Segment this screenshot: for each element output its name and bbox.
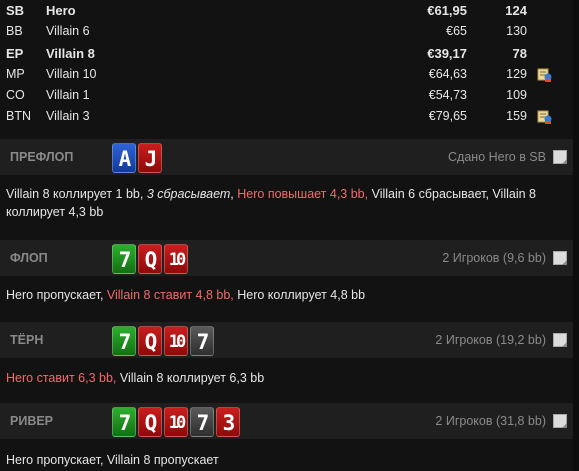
player-position: EP [6,45,24,61]
player-name: Hero [46,3,76,18]
street-checkbox[interactable] [553,414,567,428]
street-info: 2 Игроков (19,2 bb) [435,333,546,347]
player-stack: €54,73 [428,88,467,103]
player-position: SB [6,3,25,18]
hero-action-text: Hero ставит 6,3 bb, [6,371,117,385]
playing-card: 7 [190,407,214,437]
action-text: Villain 8 коллирует 1 bb, [6,187,147,201]
action-text: Villain 8 коллирует 6,3 bb [116,371,265,385]
playing-card: A [112,143,136,173]
player-row: BB Villain 6 €65 130 [0,21,579,42]
playing-card: 10 [164,244,188,274]
player-stack: €64,63 [428,66,467,81]
street-info: 2 Игроков (9,6 bb) [442,251,546,265]
player-stack-bb: 129 [506,66,527,81]
playing-card: J [138,143,162,173]
player-position: BTN [6,109,31,124]
player-name: Villain 3 [46,109,90,124]
players-table: SB Hero €61,95 124 BB Villain 6 €65 130 EP Villai… [0,0,579,128]
playing-card: 7 [112,407,136,437]
street-label: ПРЕФЛОП [10,150,74,164]
street-info: 2 Игроков (31,8 bb) [435,414,546,428]
player-stack-bb: 109 [506,88,527,103]
playing-card: 7 [190,326,214,356]
player-notes-icon[interactable] [537,109,552,125]
player-stack: €61,95 [427,3,467,18]
player-position: BB [6,24,23,39]
action-text: Hero пропускает, Villain 8 пропускает [6,453,219,467]
player-name: Villain 10 [46,66,97,81]
player-stack-bb: 130 [506,24,527,39]
player-row: CO Villain 1 €54,73 109 [0,85,579,106]
flop-actions: Hero пропускает, Villain 8 ставит 4,8 bb… [6,287,571,305]
street-info: Сдано Hero в SB [448,150,546,164]
action-text: 3 сбрасывает [146,187,231,201]
player-name: Villain 6 [46,24,90,39]
hero-action-text: Villain 8 ставит 4,8 bb, [106,288,234,302]
street-label: РИВЕР [10,414,54,428]
player-position: MP [6,66,25,81]
player-stack-bb: 159 [506,109,527,124]
action-text: Hero пропускает, [6,288,107,302]
hole-cards: AJ [112,143,162,173]
playing-card: 10 [164,407,188,437]
player-stack-bb: 124 [505,3,527,18]
river-actions: Hero пропускает, Villain 8 пропускает [6,452,571,470]
player-row: BTN Villain 3 €79,65 159 [0,106,579,127]
playing-card: 7 [112,326,136,356]
playing-card: 10 [164,326,188,356]
player-stack: €79,65 [428,109,467,124]
street-checkbox[interactable] [553,251,567,265]
playing-card: Q [138,244,162,274]
scrollbar-track[interactable] [573,0,579,471]
player-position: CO [6,88,25,103]
action-text: Hero коллирует 4,8 bb [233,288,366,302]
street-checkbox[interactable] [553,150,567,164]
player-notes-icon[interactable] [537,67,552,82]
playing-card: Q [138,407,162,437]
street-checkbox[interactable] [553,333,567,347]
street-turn-header: ТЁРН 7 Q 10 7 2 Игроков (19,2 bb) [0,322,573,358]
street-preflop-header: ПРЕФЛОП AJ Сдано Hero в SB [0,139,573,175]
turn-actions: Hero ставит 6,3 bb, Villain 8 коллирует … [6,370,571,388]
player-stack: €65 [446,24,467,39]
playing-card: Q [138,326,162,356]
player-row: SB Hero €61,95 124 [0,0,579,21]
player-name: Villain 8 [46,45,95,61]
board-cards: 7 Q 10 7 [112,326,214,356]
player-row: MP Villain 10 €64,63 129 [0,64,579,85]
playing-card: 7 [112,244,136,274]
player-name: Villain 1 [46,88,90,103]
board-cards: 7 Q 10 [112,244,188,274]
street-flop-header: ФЛОП 7 Q 10 2 Игроков (9,6 bb) [0,240,573,276]
street-label: ФЛОП [10,251,48,265]
street-label: ТЁРН [10,333,44,347]
board-cards: 7 Q 10 7 3 [112,407,240,437]
preflop-actions: Villain 8 коллирует 1 bb, 3 сбрасывает, … [6,186,571,221]
hero-action-text: Hero повышает 4,3 bb, [237,187,369,201]
playing-card: 3 [216,407,240,437]
street-river-header: РИВЕР 7 Q 10 7 3 2 Игроков (31,8 bb) [0,403,573,439]
player-stack-bb: 78 [512,45,527,61]
player-row: EP Villain 8 €39,17 78 [0,43,579,64]
player-stack: €39,17 [427,45,467,61]
